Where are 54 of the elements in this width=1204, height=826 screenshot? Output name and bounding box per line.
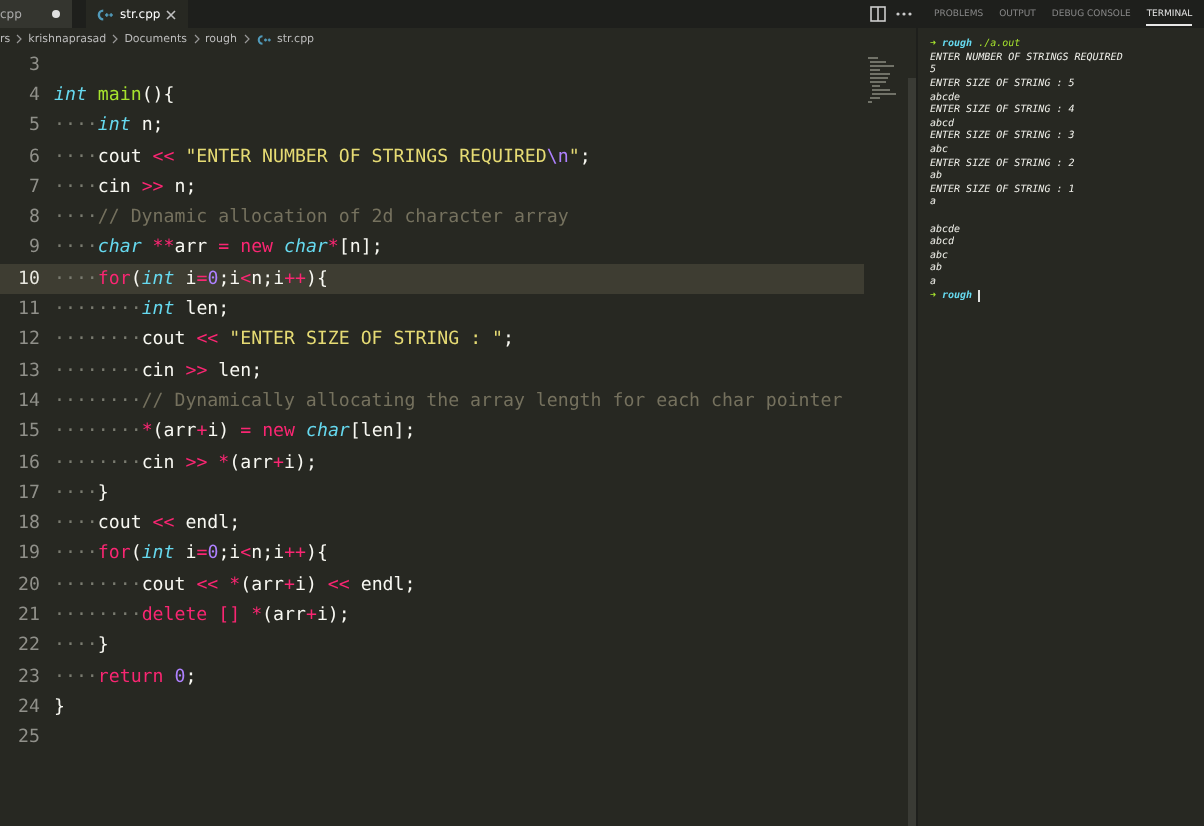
line-number: 22 <box>16 636 42 657</box>
code-line: int main(){ <box>54 85 175 106</box>
line-number: 20 <box>16 575 42 596</box>
line-number: 4 <box>27 85 42 106</box>
line-number: 10 <box>16 269 42 290</box>
line-number: 25 <box>16 728 42 749</box>
code-line: ····} <box>54 636 109 657</box>
code-line: ····} <box>54 483 109 504</box>
chevron-icon <box>112 34 119 44</box>
line-number: 21 <box>16 605 42 626</box>
line-number: 7 <box>27 177 42 198</box>
line-number: 5 <box>27 116 42 137</box>
chevron-icon <box>243 34 250 44</box>
minimap-drawing <box>868 56 896 104</box>
code-line: ····int n; <box>54 116 164 137</box>
chevron-icon <box>193 34 200 44</box>
line-number: 15 <box>16 422 42 443</box>
code-line: ········delete [] *(arr+i); <box>54 605 350 626</box>
code-line: ········cin >> len; <box>54 361 263 382</box>
line-number: 8 <box>27 208 42 229</box>
code-line: ········// Dynamically allocating the array length for each char pointer <box>54 391 843 412</box>
code-line: ····return 0; <box>54 667 197 688</box>
line-number: 12 <box>16 330 42 351</box>
line-number: 18 <box>16 514 42 535</box>
code-line: ········*(arr+i) = new char[len]; <box>54 422 416 443</box>
code-line: ····for(int i=0;i<n;i++){ <box>54 544 328 565</box>
line-number: 6 <box>27 147 42 168</box>
line-number: 11 <box>16 300 42 321</box>
line-number: 24 <box>16 697 42 718</box>
line-number: 17 <box>16 483 42 504</box>
line-number: 14 <box>16 391 42 412</box>
code-line: ····char **arr = new char*[n]; <box>54 238 383 259</box>
code-line: ····cout << "ENTER NUMBER OF STRINGS REQUIRED\n"; <box>54 147 591 168</box>
code-line: } <box>54 697 65 718</box>
code-line: ····cout << endl; <box>54 514 241 535</box>
code-line: ····// Dynamic allocation of 2d character array <box>54 208 569 229</box>
line-number: 16 <box>16 453 42 473</box>
unsaved-dot-icon <box>52 10 60 18</box>
code-line: ········cin >> *(arr+i); <box>54 453 317 473</box>
cpp-file-icon <box>255 33 272 45</box>
code-line: ····for(int i=0;i<n;i++){ <box>54 269 328 290</box>
code-line: ········int len; <box>54 300 230 321</box>
line-number: 19 <box>16 544 42 565</box>
line-number: 23 <box>16 667 42 688</box>
code-line: ········cout << *(arr+i) << endl; <box>54 575 416 596</box>
line-number: 3 <box>27 55 42 76</box>
code-line: ········cout << "ENTER SIZE OF STRING : "; <box>54 330 514 351</box>
line-number: 13 <box>16 361 42 382</box>
line-number: 9 <box>27 238 42 259</box>
cpp-file-icon <box>96 7 114 21</box>
chevron-icon <box>16 34 23 44</box>
split-editor-icon[interactable] <box>869 6 885 22</box>
code-line: ····cin >> n; <box>54 177 197 198</box>
close-icon[interactable] <box>166 9 177 19</box>
